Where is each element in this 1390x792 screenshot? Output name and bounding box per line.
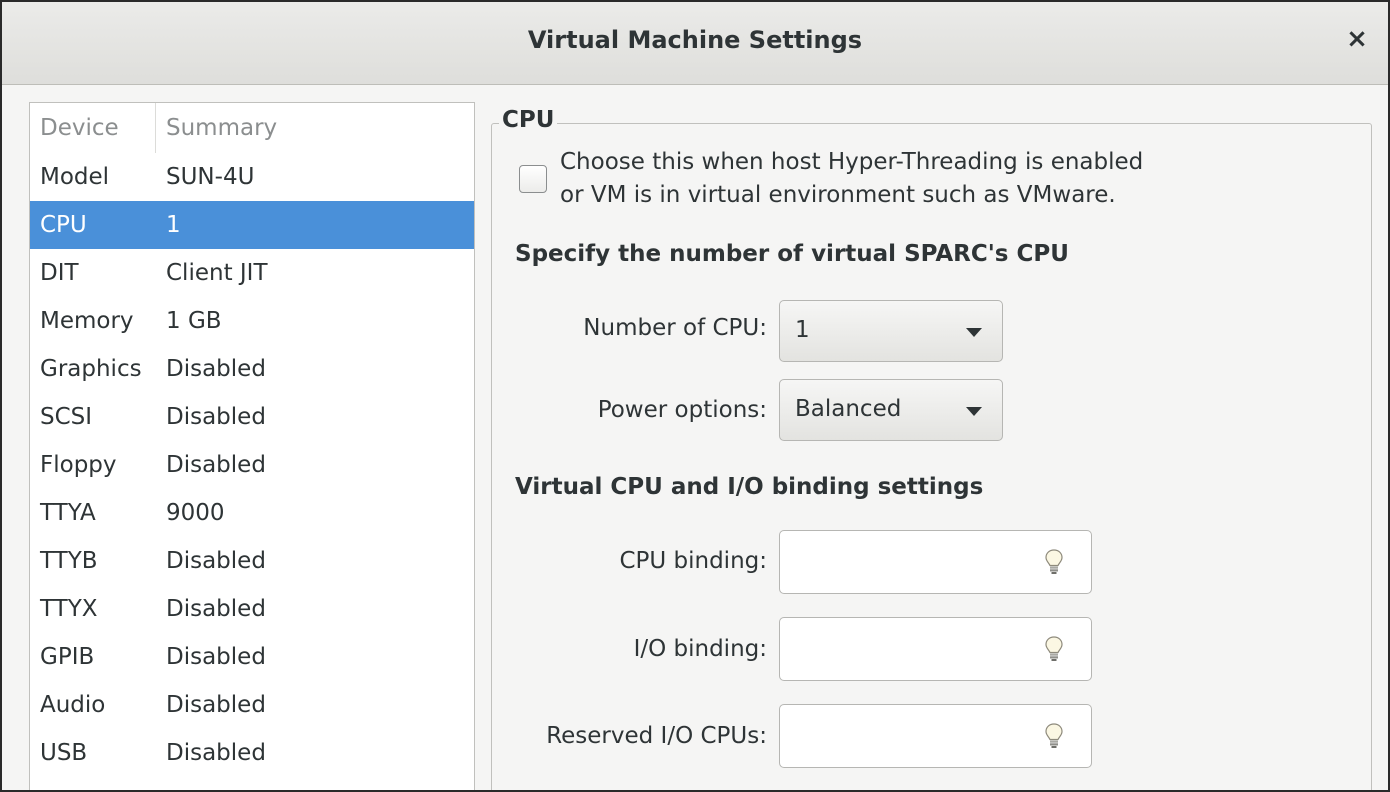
device-name: Audio <box>40 692 106 718</box>
dropdown-arrow-icon <box>966 328 982 337</box>
hyperthreading-label-line1: Choose this when host Hyper-Threading is… <box>560 149 1144 175</box>
device-name: TTYB <box>40 548 98 574</box>
binding-heading: Virtual CPU and I/O binding settings <box>515 474 984 500</box>
column-header-summary[interactable]: Summary <box>156 115 474 141</box>
device-summary: Disabled <box>156 788 474 790</box>
vm-settings-dialog: Virtual Machine Settings × Device Summar… <box>0 0 1390 792</box>
cpu-settings-frame <box>491 123 1372 790</box>
device-row-ttyb[interactable]: TTYB Disabled <box>30 537 474 585</box>
device-row-usb[interactable]: USB Disabled <box>30 729 474 777</box>
reserved-io-cpus-label: Reserved I/O CPUs: <box>546 723 767 749</box>
device-name: Floppy <box>40 452 117 478</box>
device-name: Graphics <box>40 356 142 382</box>
column-header-device[interactable]: Device <box>30 103 156 153</box>
device-row-gpib[interactable]: GPIB Disabled <box>30 633 474 681</box>
device-name: Memory <box>40 308 134 334</box>
device-summary: SUN-4U <box>166 164 255 190</box>
device-name: SCSI <box>40 404 93 430</box>
device-name: TTYX <box>40 596 98 622</box>
device-row-dit[interactable]: DIT Client JIT <box>30 249 474 297</box>
device-name: DIT <box>40 260 79 286</box>
device-rows: Model SUN-4U CPU 1 DIT Client JIT Memory 1 GB Gr… <box>30 153 474 790</box>
lightbulb-icon[interactable] <box>1045 549 1063 575</box>
device-summary: 9000 <box>166 500 225 526</box>
device-row-scsi[interactable]: SCSI Disabled <box>30 393 474 441</box>
device-summary: Disabled <box>166 596 266 622</box>
device-row-ttyx[interactable]: TTYX Disabled <box>30 585 474 633</box>
cpu-frame-label: CPU <box>499 107 558 133</box>
power-options-value: Balanced <box>795 396 902 422</box>
io-binding-label: I/O binding: <box>633 636 767 662</box>
device-summary: Disabled <box>166 356 266 382</box>
device-name: Model <box>40 164 110 190</box>
device-summary: Client JIT <box>166 260 268 286</box>
device-list[interactable]: Device Summary Model SUN-4U CPU 1 DIT Client … <box>29 102 475 790</box>
device-row-ttya[interactable]: TTYA 9000 <box>30 489 474 537</box>
device-row-cpu[interactable]: CPU 1 <box>30 201 474 249</box>
device-name: GPIB <box>40 644 95 670</box>
power-options-label: Power options: <box>597 397 767 423</box>
device-summary: 1 <box>166 212 181 238</box>
device-name: CPU <box>40 212 87 238</box>
cpu-binding-input[interactable] <box>779 530 1092 594</box>
hyperthreading-label[interactable]: Choose this when host Hyper-Threading is… <box>560 146 1260 212</box>
hyperthreading-checkbox[interactable] <box>519 165 547 193</box>
device-summary: Disabled <box>166 404 266 430</box>
reserved-io-cpus-input[interactable] <box>779 704 1092 768</box>
cpu-count-heading: Specify the number of virtual SPARC's CP… <box>515 241 1069 267</box>
device-summary: Disabled <box>166 740 266 766</box>
title-bar[interactable]: Virtual Machine Settings × <box>2 2 1388 85</box>
number-of-cpu-value: 1 <box>795 317 810 343</box>
dialog-title: Virtual Machine Settings <box>527 26 863 54</box>
device-list-header: Device Summary <box>30 103 474 153</box>
number-of-cpu-label: Number of CPU: <box>583 315 767 341</box>
device-name: USB <box>40 740 88 766</box>
cpu-binding-label: CPU binding: <box>619 548 767 574</box>
device-row-floppy[interactable]: Floppy Disabled <box>30 441 474 489</box>
device-summary: Disabled <box>166 644 266 670</box>
dropdown-arrow-icon <box>966 407 982 416</box>
device-row-audio[interactable]: Audio Disabled <box>30 681 474 729</box>
device-summary: Disabled <box>166 452 266 478</box>
lightbulb-icon[interactable] <box>1045 723 1063 749</box>
device-row-ethernet[interactable]: EthernetDisabled <box>30 777 474 790</box>
number-of-cpu-dropdown[interactable]: 1 <box>779 300 1003 362</box>
device-row-memory[interactable]: Memory 1 GB <box>30 297 474 345</box>
power-options-dropdown[interactable]: Balanced <box>779 379 1003 441</box>
device-summary: Disabled <box>166 548 266 574</box>
device-summary: Disabled <box>166 692 266 718</box>
device-name: TTYA <box>40 500 96 526</box>
io-binding-input[interactable] <box>779 617 1092 681</box>
device-row-model[interactable]: Model SUN-4U <box>30 153 474 201</box>
device-row-graphics[interactable]: Graphics Disabled <box>30 345 474 393</box>
hyperthreading-label-line2: or VM is in virtual environment such as … <box>560 182 1116 208</box>
device-name: Ethernet <box>30 788 156 790</box>
device-summary: 1 GB <box>166 308 222 334</box>
close-button[interactable]: × <box>1340 22 1374 56</box>
lightbulb-icon[interactable] <box>1045 636 1063 662</box>
